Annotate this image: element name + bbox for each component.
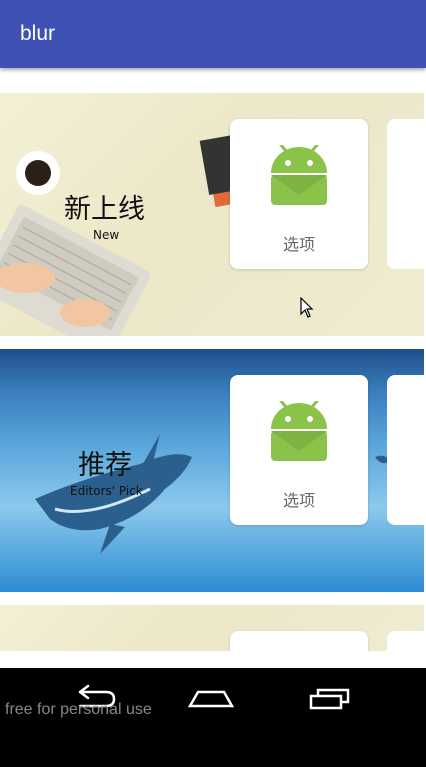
option-card-partial[interactable] (387, 631, 424, 651)
scroll-content[interactable]: 新上线 New 选项 推荐 Editors' Pick 选项 (0, 68, 426, 668)
category-row-editors-pick[interactable]: 推荐 Editors' Pick 选项 (0, 349, 424, 592)
option-card-partial[interactable] (387, 119, 424, 269)
card-caption: 选项 (282, 491, 315, 510)
row-title-cn: 推荐 (78, 450, 132, 481)
row-title-cn: 新上线 (64, 194, 145, 225)
watermark-text: free for personal use (5, 701, 152, 718)
row-title-en: New (93, 228, 120, 242)
recents-icon[interactable] (309, 688, 350, 710)
option-card[interactable] (230, 631, 368, 651)
app-bar: blur (0, 0, 426, 68)
option-card-partial[interactable] (387, 375, 424, 525)
option-card[interactable]: 选项 (230, 119, 368, 269)
home-icon[interactable] (187, 690, 235, 708)
mouse-cursor-icon (300, 297, 314, 318)
category-row-partial[interactable] (0, 605, 424, 651)
row-title-en: Editors' Pick (70, 484, 143, 498)
app-title: blur (20, 22, 56, 45)
card-caption: 选项 (282, 235, 315, 254)
android-icon (271, 145, 327, 205)
android-icon (271, 401, 327, 461)
option-card[interactable]: 选项 (230, 375, 368, 525)
app-screen: blur 新上线 New 选项 推荐 Editors' Pick 选项 (0, 0, 426, 668)
category-row-new[interactable]: 新上线 New 选项 (0, 93, 424, 336)
